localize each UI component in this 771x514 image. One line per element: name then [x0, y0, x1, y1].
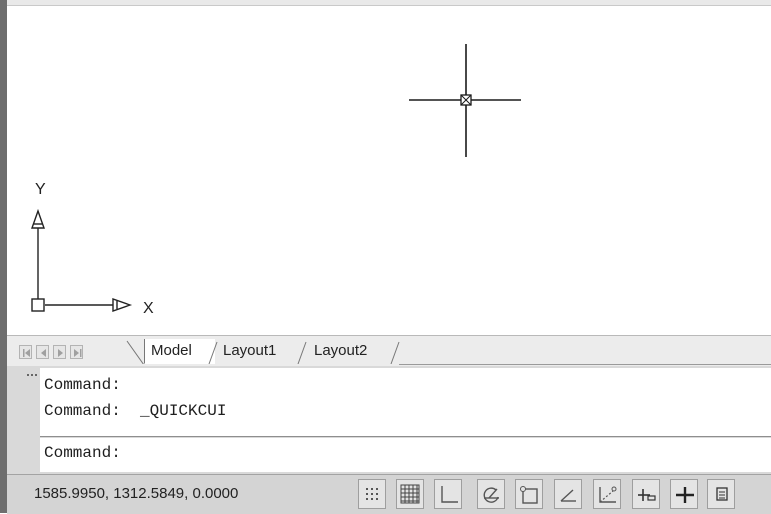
model-icon [716, 487, 728, 501]
snap-button[interactable] [358, 479, 386, 509]
tab-divider [297, 341, 307, 364]
command-history: Command: Command: _QUICKCUI [40, 368, 771, 437]
polar-button[interactable] [477, 479, 505, 509]
command-window: Command: Command: _QUICKCUI Command: [7, 366, 771, 474]
tab-model[interactable]: Model [144, 339, 215, 364]
polar-icon [483, 487, 499, 503]
tab-bar-baseline [399, 364, 771, 365]
first-tab-icon [23, 349, 30, 357]
coordinate-readout[interactable]: 1585.9950, 1312.5849, 0.0000 [34, 485, 238, 502]
lwt-button[interactable] [670, 479, 698, 509]
previous-tab-button[interactable] [36, 345, 49, 359]
osnap-button[interactable] [515, 479, 543, 509]
first-tab-button[interactable] [19, 345, 32, 359]
tab-layout2[interactable]: Layout2 [314, 339, 367, 363]
window-left-edge [0, 0, 7, 513]
next-tab-button[interactable] [53, 345, 66, 359]
command-history-line: Command: [44, 376, 121, 394]
ucs-icon [31, 208, 133, 312]
last-tab-button[interactable] [70, 345, 83, 359]
crosshair-cursor [409, 44, 521, 157]
layout-tab-bar: Model Layout1 Layout2 [7, 335, 771, 367]
drawing-area[interactable]: Y X [7, 6, 771, 335]
ortho-button[interactable] [434, 479, 462, 509]
previous-tab-icon [41, 349, 46, 357]
ducs-button[interactable] [593, 479, 621, 509]
ucs-y-label: Y [35, 181, 46, 198]
last-tab-icon [74, 349, 82, 357]
lwt-icon [676, 487, 694, 503]
next-tab-icon [58, 349, 63, 357]
command-history-line: Command: _QUICKCUI [44, 402, 227, 420]
tab-layout1[interactable]: Layout1 [223, 339, 276, 363]
model-space-button[interactable] [707, 479, 735, 509]
status-bar: 1585.9950, 1312.5849, 0.0000 [7, 474, 771, 514]
tab-divider [208, 341, 218, 364]
ducs-icon [599, 486, 617, 503]
ortho-icon [441, 486, 458, 503]
grid-icon [400, 484, 420, 504]
command-window-grip[interactable] [27, 374, 37, 382]
command-prompt: Command: [44, 444, 121, 462]
ucs-x-label: X [143, 300, 154, 317]
otrack-button[interactable] [554, 479, 582, 509]
osnap-icon [520, 486, 538, 504]
autocad-window: Y X Model Layout1 Layout2 Command: Comma… [0, 0, 771, 514]
tab-divider [390, 341, 400, 364]
snap-icon [366, 488, 378, 500]
dyn-icon [638, 489, 656, 501]
grid-button[interactable] [396, 479, 424, 509]
drawing-canvas-svg: Y X [31, 44, 521, 317]
otrack-icon [560, 489, 576, 502]
dyn-button[interactable] [632, 479, 660, 509]
command-input[interactable]: Command: [40, 438, 771, 472]
